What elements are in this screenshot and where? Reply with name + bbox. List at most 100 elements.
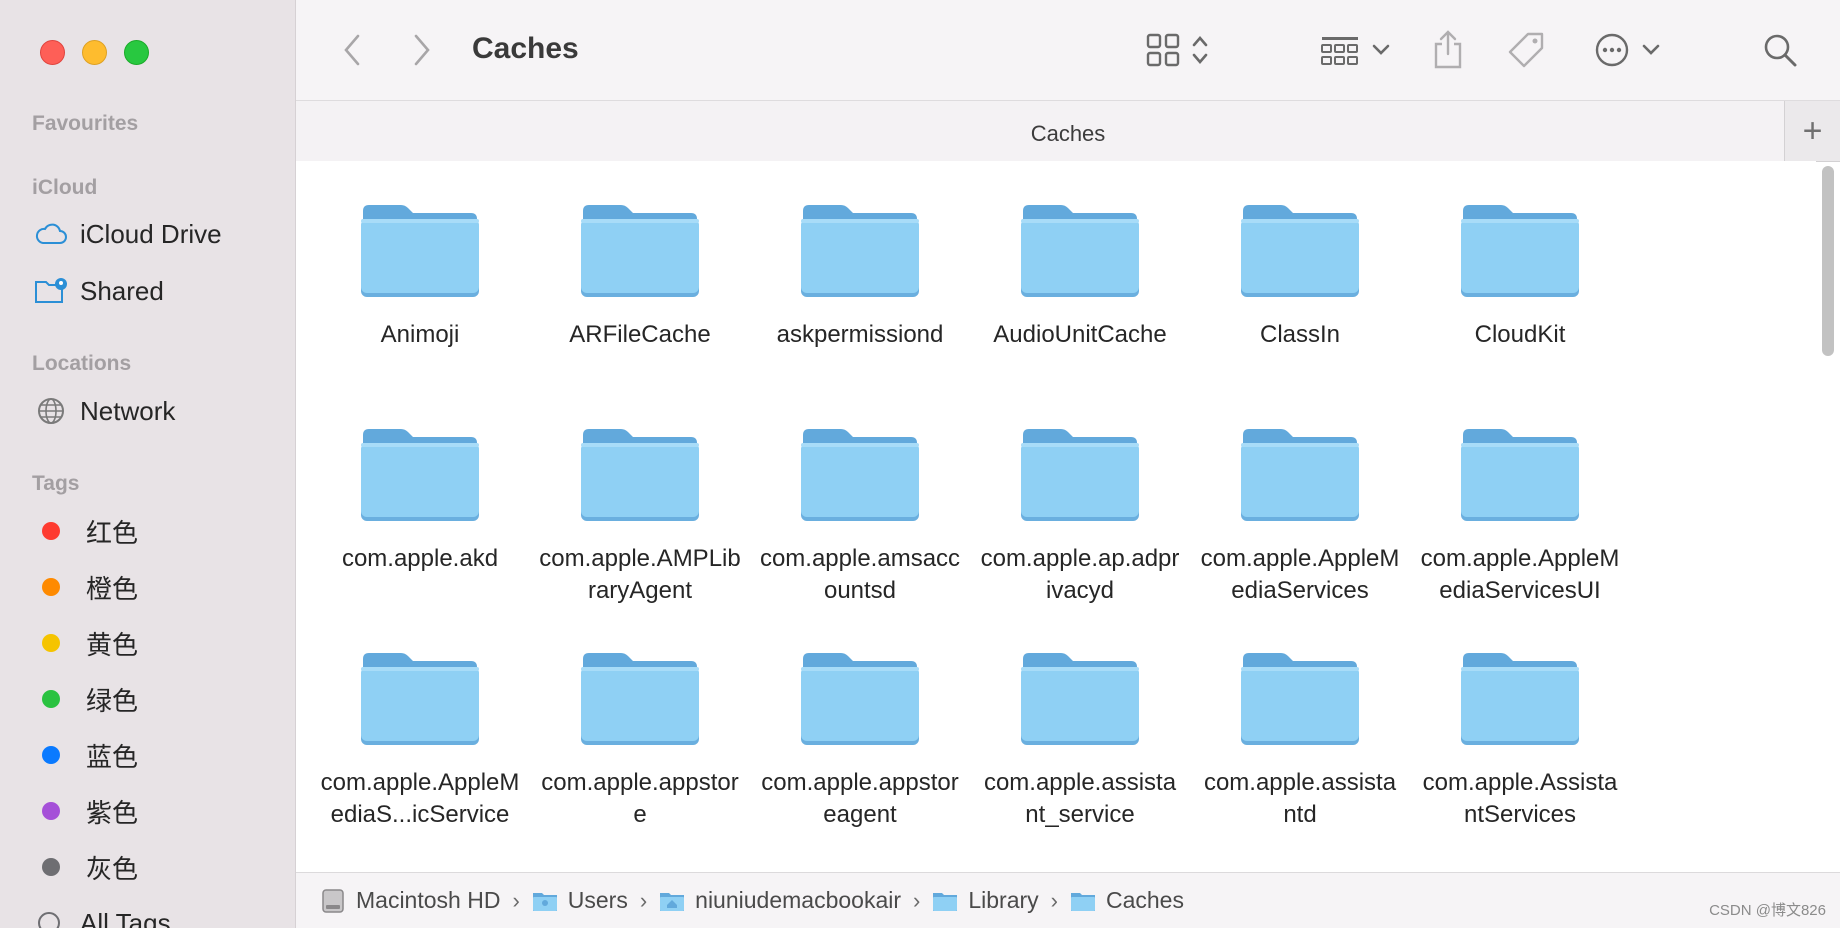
sidebar-item-all-tags[interactable]: All Tags... [34,903,192,928]
path-label: Macintosh HD [356,887,501,913]
folder-item[interactable]: com.apple.AppleMediaServicesUI [1418,421,1622,607]
folder-item[interactable]: CloudKit [1418,197,1622,351]
path-item-caches[interactable]: Caches [1070,887,1184,914]
folder-icon [581,205,699,297]
sidebar-item-label: iCloud Drive [80,218,222,249]
tab-caches[interactable]: Caches [296,121,1840,147]
folder-item[interactable]: com.apple.appstore [538,645,742,831]
sidebar-item-label: 灰色 [86,853,139,884]
forward-button[interactable] [402,30,442,70]
folder-item[interactable]: com.apple.AppleMediaServices [1198,421,1402,607]
sidebar-item-shared[interactable]: Shared [34,271,164,311]
section-title-tags: Tags [32,472,80,495]
sidebar-item-tag-purple[interactable]: 紫色 [34,791,138,831]
sidebar-item-label: 蓝色 [86,741,139,772]
group-button[interactable] [1320,26,1392,74]
folder-name: com.apple.ap.adprivacyd [980,545,1180,604]
tag-dot-icon [42,578,60,596]
window-title: Caches [472,32,579,65]
disk-icon [320,888,346,914]
folder-icon [801,429,919,521]
folder-item[interactable]: Animoji [318,197,522,351]
folder-icon [1021,429,1139,521]
folder-item[interactable]: com.apple.amsaccountsd [758,421,962,607]
tag-dot-icon [42,746,60,764]
more-actions-button[interactable] [1594,26,1662,74]
folder-name: com.apple.AMPLibraryAgent [539,545,741,604]
folder-name: com.apple.AppleMediaServicesUI [1420,545,1620,604]
folder-icon [1461,653,1579,745]
file-grid: Animoji ARFileCache askpermissiond AudioUni… [296,161,1816,871]
path-item-users[interactable]: Users [532,887,628,914]
folder-icon [361,429,479,521]
folder-item[interactable]: com.apple.AssistantServices [1418,645,1622,831]
sidebar-item-tag-green[interactable]: 绿色 [34,679,138,719]
zoom-button[interactable] [124,40,149,65]
chevron-left-icon [344,34,360,66]
vertical-scrollbar[interactable] [1822,166,1834,356]
new-tab-button[interactable]: + [1784,101,1840,161]
folder-item[interactable]: com.apple.akd [318,421,522,575]
folder-icon [932,890,958,912]
path-item-home[interactable]: niuniudemacbookair [659,887,901,914]
folder-item[interactable]: com.apple.appstoreagent [758,645,962,831]
back-button[interactable] [332,30,372,70]
sidebar-item-tag-red[interactable]: 红色 [34,511,138,551]
home-folder-icon [659,890,685,912]
folder-item[interactable]: com.apple.assistantd [1198,645,1402,831]
folder-item[interactable]: com.apple.assistant_service [978,645,1182,831]
folder-icon [1241,653,1359,745]
folder-name: CloudKit [1474,321,1566,348]
sidebar-item-tag-yellow[interactable]: 黄色 [34,623,138,663]
tag-dot-icon [42,522,60,540]
cloud-icon [34,217,68,251]
folder-name: com.apple.appstoreagent [761,769,959,828]
folder-name: com.apple.appstore [541,769,739,828]
folder-item[interactable]: AudioUnitCache [978,197,1182,351]
folder-icon [801,653,919,745]
path-item-macintosh-hd[interactable]: Macintosh HD [320,887,500,914]
sidebar-item-tag-orange[interactable]: 橙色 [34,567,138,607]
close-button[interactable] [40,40,65,65]
sidebar-item-label: 绿色 [86,685,139,716]
folder-icon [1461,205,1579,297]
watermark: CSDN @博文826 [1709,902,1826,919]
folder-icon [1241,205,1359,297]
share-button[interactable] [1432,26,1464,74]
folder-name: com.apple.assistant_service [983,769,1177,828]
folder-item[interactable]: com.apple.AMPLibraryAgent [538,421,742,607]
tag-dot-icon [42,858,60,876]
sidebar-item-tag-gray[interactable]: 灰色 [34,847,138,887]
tag-button[interactable] [1506,26,1546,74]
sidebar-item-label: All Tags... [80,907,193,928]
minimize-button[interactable] [82,40,107,65]
chevron-down-icon [1372,44,1390,55]
folder-item[interactable]: com.apple.ap.adprivacyd [978,421,1182,607]
folder-name: AudioUnitCache [993,321,1167,348]
path-separator-icon: › [512,887,520,913]
toolbar: Caches [296,0,1840,100]
folder-name: com.apple.amsaccountsd [759,545,961,604]
folder-item[interactable]: com.apple.AppleMediaS...icService [318,645,522,831]
sidebar-item-icloud-drive[interactable]: iCloud Drive [34,214,222,254]
sidebar-item-label: Network [80,395,176,426]
folder-item[interactable]: askpermissiond [758,197,962,351]
path-item-library[interactable]: Library [932,887,1039,914]
view-mode-button[interactable] [1146,26,1210,74]
folder-icon [1021,205,1139,297]
section-title-locations: Locations [32,352,132,375]
section-title-icloud: iCloud [32,176,98,199]
folder-item[interactable]: ARFileCache [538,197,742,351]
tag-icon [1508,32,1544,68]
globe-icon [34,394,68,428]
folder-name: com.apple.assistantd [1203,769,1397,828]
search-button[interactable] [1762,26,1798,74]
search-icon [1764,34,1797,67]
sidebar-item-tag-blue[interactable]: 蓝色 [34,735,138,775]
folder-name: ARFileCache [569,321,711,348]
shared-folder-icon [34,274,68,308]
folder-item[interactable]: ClassIn [1198,197,1402,351]
sidebar-item-network[interactable]: Network [34,391,175,431]
folder-name: Animoji [380,321,460,348]
group-grid-icon [1321,37,1358,65]
